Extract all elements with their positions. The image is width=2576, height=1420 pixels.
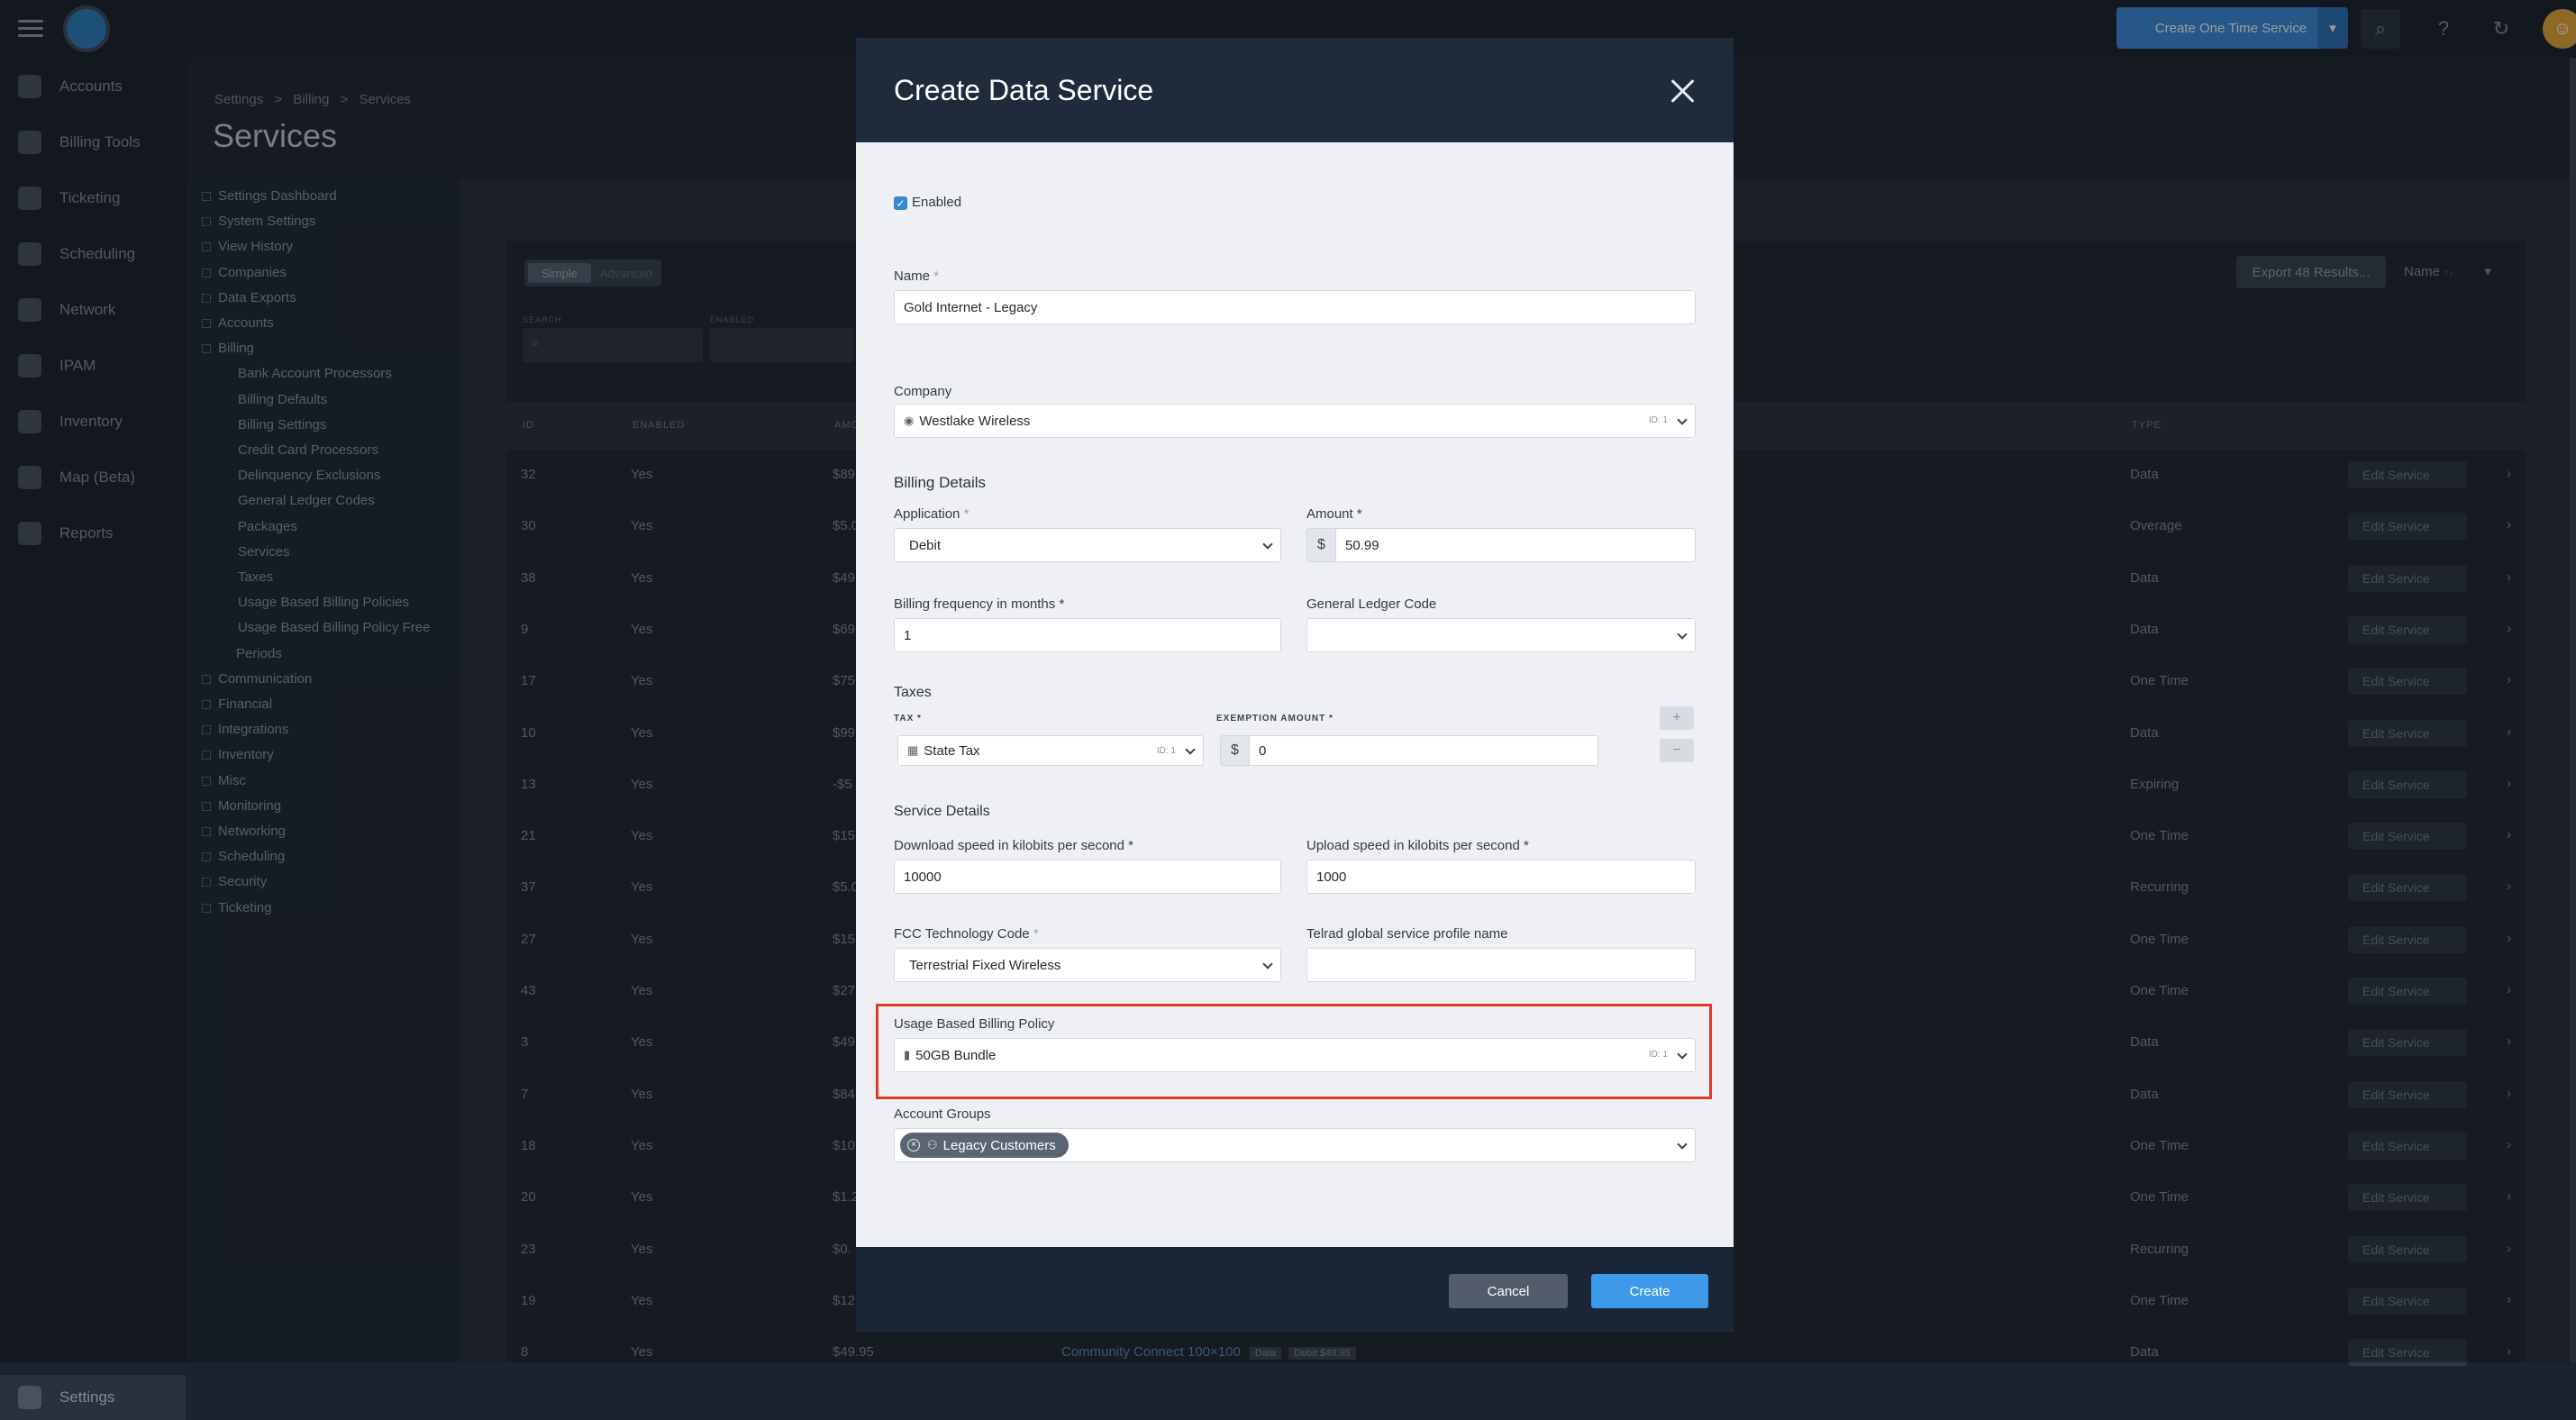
amount-label-text: Amount xyxy=(1306,506,1353,522)
amount-input[interactable]: $50.99 xyxy=(1306,528,1696,562)
account-group-tag: × ⚇ Legacy Customers xyxy=(900,1133,1069,1158)
billing-frequency-value: 1 xyxy=(904,627,912,643)
exemption-amount-input[interactable]: $0 xyxy=(1220,735,1598,766)
upload-speed-value: 1000 xyxy=(1316,869,1347,885)
telrad-profile-label: Telrad global service profile name xyxy=(1306,926,1508,942)
modal-header: Create Data Service xyxy=(856,38,1734,142)
usage-based-billing-policy-label: Usage Based Billing Policy xyxy=(894,1016,1055,1032)
billing-frequency-input[interactable]: 1 xyxy=(894,618,1281,652)
required-mark: * xyxy=(1356,506,1362,522)
required-mark: * xyxy=(933,269,940,284)
usage-based-billing-policy-value: 50GB Bundle xyxy=(915,1047,997,1063)
application-select[interactable]: Debit xyxy=(894,528,1281,562)
enabled-checkbox[interactable]: ✓ xyxy=(894,196,907,210)
name-input-value: Gold Internet - Legacy xyxy=(904,299,1038,315)
tax-select[interactable]: ▦ State Tax ID: 1 xyxy=(897,735,1204,766)
application-select-value: Debit xyxy=(909,537,942,553)
company-icon: ◉ xyxy=(904,414,915,427)
chevron-down-icon xyxy=(1677,1049,1688,1060)
chart-bar-icon: ▮ xyxy=(904,1048,911,1061)
required-mark: * xyxy=(1128,838,1134,853)
company-select-value: Westlake Wireless xyxy=(919,413,1031,429)
create-button[interactable]: Create xyxy=(1591,1274,1708,1308)
download-speed-input[interactable]: 10000 xyxy=(894,860,1281,894)
fcc-technology-code-select[interactable]: Terrestrial Fixed Wireless xyxy=(894,948,1281,982)
rail-item-settings[interactable]: Settings xyxy=(0,1375,186,1420)
modal-title: Create Data Service xyxy=(894,74,1154,106)
upload-speed-label: Upload speed in kilobits per second * xyxy=(1306,838,1529,853)
chevron-down-icon xyxy=(1677,1139,1688,1150)
chevron-down-icon xyxy=(1185,744,1196,755)
chevron-down-icon xyxy=(1677,629,1688,640)
required-mark: * xyxy=(963,506,969,522)
billing-details-heading: Billing Details xyxy=(894,474,987,491)
taxes-heading: Taxes xyxy=(894,685,932,700)
billing-frequency-label: Billing frequency in months * xyxy=(894,596,1064,612)
service-details-heading: Service Details xyxy=(894,804,990,819)
upload-speed-label-text: Upload speed in kilobits per second xyxy=(1306,838,1520,853)
required-mark: * xyxy=(1059,596,1065,612)
general-ledger-code-label: General Ledger Code xyxy=(1306,596,1437,612)
usage-based-billing-policy-select[interactable]: ▮ 50GB Bundle ID: 1 xyxy=(894,1038,1696,1072)
fcc-technology-code-value: Terrestrial Fixed Wireless xyxy=(909,957,1061,973)
tax-id-tag: ID: 1 xyxy=(1156,746,1176,756)
telrad-profile-input[interactable] xyxy=(1306,948,1696,982)
tax-building-icon: ▦ xyxy=(907,743,919,757)
company-id-tag: ID: 1 xyxy=(1648,415,1668,425)
upload-speed-input[interactable]: 1000 xyxy=(1306,860,1696,894)
amount-input-value: 50.99 xyxy=(1345,537,1379,553)
name-label-text: Name xyxy=(894,269,931,284)
gear-icon xyxy=(18,1386,41,1409)
add-tax-button[interactable]: + xyxy=(1660,706,1694,730)
exemption-amount-label: EXEMPTION AMOUNT * xyxy=(1216,714,1334,724)
general-ledger-code-select[interactable] xyxy=(1306,618,1696,652)
chevron-down-icon xyxy=(1262,959,1273,969)
chevron-down-icon xyxy=(1262,539,1273,550)
tax-select-value: State Tax xyxy=(924,742,980,759)
remove-tax-button[interactable]: − xyxy=(1660,739,1694,762)
fcc-technology-code-label-text: FCC Technology Code xyxy=(894,926,1030,942)
download-speed-value: 10000 xyxy=(904,869,942,885)
exemption-amount-label-text: EXEMPTION AMOUNT xyxy=(1216,714,1326,724)
group-icon: ⚇ xyxy=(927,1138,938,1151)
dollar-prefix: $ xyxy=(1221,736,1250,765)
dollar-prefix: $ xyxy=(1307,529,1336,561)
name-label: Name * xyxy=(894,269,939,284)
company-label: Company xyxy=(894,384,952,399)
enabled-label: Enabled xyxy=(912,195,962,210)
fcc-technology-code-label: FCC Technology Code * xyxy=(894,926,1039,942)
create-data-service-modal: Create Data Service ✓ Enabled Name * Gol… xyxy=(856,38,1734,1332)
ubb-id-tag: ID: 1 xyxy=(1648,1050,1668,1060)
cancel-button[interactable]: Cancel xyxy=(1449,1274,1568,1308)
download-speed-label: Download speed in kilobits per second * xyxy=(894,838,1133,853)
required-mark: * xyxy=(917,714,922,724)
tax-column-label: TAX * xyxy=(894,714,922,724)
remove-tag-icon[interactable]: × xyxy=(907,1139,920,1151)
account-group-tag-label: Legacy Customers xyxy=(942,1137,1056,1153)
application-label: Application * xyxy=(894,506,969,522)
download-speed-label-text: Download speed in kilobits per second xyxy=(894,838,1124,853)
required-mark: * xyxy=(1524,838,1529,853)
chevron-down-icon xyxy=(1677,414,1688,425)
amount-label: Amount * xyxy=(1306,506,1362,522)
rail-settings-row: Settings xyxy=(0,1378,186,1417)
company-select[interactable]: ◉ Westlake Wireless ID: 1 xyxy=(894,404,1696,438)
required-mark: * xyxy=(1033,926,1039,942)
account-groups-label: Account Groups xyxy=(894,1106,991,1122)
tax-column-label-text: TAX xyxy=(894,714,915,724)
required-mark: * xyxy=(1328,714,1334,724)
exemption-amount-value: 0 xyxy=(1259,742,1267,759)
billing-frequency-label-text: Billing frequency in months xyxy=(894,596,1056,612)
close-icon[interactable] xyxy=(1667,76,1698,106)
name-input[interactable]: Gold Internet - Legacy xyxy=(894,290,1696,324)
application-label-text: Application xyxy=(894,506,960,522)
account-groups-select[interactable]: × ⚇ Legacy Customers xyxy=(894,1128,1696,1162)
